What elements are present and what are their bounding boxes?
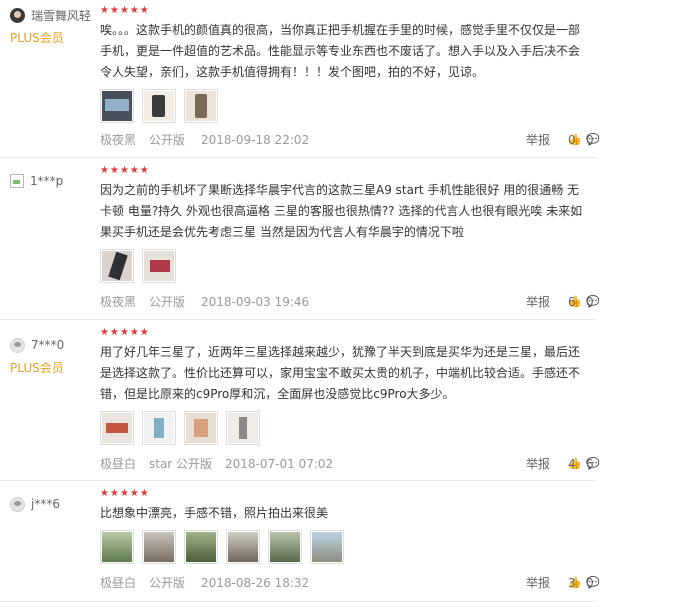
review-image-thumbnail[interactable] [100,89,134,123]
product-color: 极夜黑 [100,133,137,147]
like-count: 4 [568,457,576,471]
review-image-thumbnail[interactable] [226,411,260,445]
review-item: 7***0 PLUS会员 ★ ★ ★ ★ ★ 用了好几年三星了，近两年三星选择越来越少，… [0,320,600,481]
star-icon: ★ [119,488,129,499]
star-icon: ★ [129,488,139,499]
review-meta: 极夜黑 公开版 2018-09-03 19:46 举报 👍 6 💬 0 [100,294,600,310]
star-icon: ★ [119,165,129,176]
star-icon: ★ [100,165,109,176]
star-icon: ★ [139,165,149,176]
avatar[interactable] [10,174,24,188]
rating-stars: ★ ★ ★ ★ ★ [100,489,588,499]
reply-count: 0 [586,295,594,309]
star-icon: ★ [129,5,139,16]
review-image-thumbnail[interactable] [100,530,134,564]
like-count: 6 [568,295,576,309]
product-version: 公开版 [149,295,186,309]
avatar[interactable] [10,337,25,353]
review-text: 因为之前的手机坏了果断选择华晨宇代言的这款三星A9 start 手机性能很好 用… [100,183,583,239]
product-version: 公开版 [149,133,186,147]
reviewer-name[interactable]: 1***p [30,174,63,188]
report-button[interactable]: 举报 [526,132,550,148]
review-image-thumbnail[interactable] [184,89,218,123]
reviewer-info: 瑞雪舞风轻 PLUS会员 [10,6,100,46]
review-date: 2018-09-18 22:02 [201,133,310,147]
product-version: 公开版 [149,576,186,590]
rating-stars: ★ ★ ★ ★ ★ [100,166,588,176]
product-color: 极昼白 [100,576,137,590]
review-image-thumbnail[interactable] [100,249,134,283]
review-date: 2018-07-01 07:02 [225,457,334,471]
review-image-thumbnail[interactable] [184,411,218,445]
review-image-thumbnail[interactable] [142,411,176,445]
avatar[interactable] [10,7,25,23]
review-text: 比想象中漂亮，手感不错，照片拍出来很美 [100,506,329,520]
review-image-thumbnail[interactable] [268,530,302,564]
star-icon: ★ [139,327,149,338]
star-icon: ★ [109,5,119,16]
star-icon: ★ [100,488,109,499]
review-image-thumbnail[interactable] [100,411,134,445]
review-text: 唉。。。这款手机的颜值真的很高，当你真正把手机握在手里的时候，感觉手里不仅仅是一… [100,23,581,79]
star-icon: ★ [109,165,119,176]
review-image-thumbnail[interactable] [142,530,176,564]
plus-member-badge: PLUS会员 [10,31,64,45]
product-color: 极昼白 [100,457,137,471]
review-item: 瑞雪舞风轻 PLUS会员 ★ ★ ★ ★ ★ 唉。。。这款手机的颜值真的很高，当你真正把… [0,0,600,158]
review-meta: 极昼白 公开版 2018-08-26 18:32 举报 👍 3 💬 0 [100,575,600,591]
reply-count: 0 [586,576,594,590]
star-icon: ★ [100,327,109,338]
review-image-thumbnail[interactable] [142,89,176,123]
reply-count: 6 [586,457,594,471]
like-count: 0 [568,133,576,147]
reviewer-name[interactable]: 7***0 [31,338,64,352]
review-item: j***6 ★ ★ ★ ★ ★ 比想象中漂亮，手感不错，照片拍出来很美 极昼白 公开版 … [0,481,600,602]
star-icon: ★ [129,165,139,176]
star-icon: ★ [119,327,129,338]
review-date: 2018-09-03 19:46 [201,295,310,309]
star-icon: ★ [119,5,129,16]
review-image-thumbnail[interactable] [310,530,344,564]
review-image-thumbnail[interactable] [142,249,176,283]
review-meta: 极夜黑 公开版 2018-09-18 22:02 举报 👍 0 💬 0 [100,132,600,148]
rating-stars: ★ ★ ★ ★ ★ [100,328,588,338]
product-version: star 公开版 [149,457,213,471]
like-count: 3 [568,576,576,590]
review-images [100,89,588,123]
product-color: 极夜黑 [100,295,137,309]
review-images [100,249,588,283]
star-icon: ★ [109,488,119,499]
review-image-thumbnail[interactable] [226,530,260,564]
review-text: 用了好几年三星了，近两年三星选择越来越少，犹豫了半天到底是买华为还是三星，最后还… [100,345,581,401]
report-button[interactable]: 举报 [526,575,550,591]
star-icon: ★ [139,5,149,16]
star-icon: ★ [129,327,139,338]
rating-stars: ★ ★ ★ ★ ★ [100,6,588,16]
reviewer-name[interactable]: 瑞雪舞风轻 [31,7,91,24]
reviewer-info: j***6 [10,487,100,513]
reply-count: 0 [586,133,594,147]
star-icon: ★ [139,488,149,499]
reviewer-info: 7***0 PLUS会员 [10,326,100,376]
review-images [100,411,588,445]
avatar[interactable] [10,496,25,512]
review-images [100,530,588,564]
review-date: 2018-08-26 18:32 [201,576,310,590]
review-image-thumbnail[interactable] [184,530,218,564]
plus-member-badge: PLUS会员 [10,361,64,375]
reviewer-name[interactable]: j***6 [31,497,60,511]
review-item: 1***p ★ ★ ★ ★ ★ 因为之前的手机坏了果断选择华晨宇代言的这款三星A9 st… [0,158,600,320]
star-icon: ★ [109,327,119,338]
reviewer-info: 1***p [10,164,100,190]
report-button[interactable]: 举报 [526,294,550,310]
report-button[interactable]: 举报 [526,456,550,472]
star-icon: ★ [100,5,109,16]
review-meta: 极昼白 star 公开版 2018-07-01 07:02 举报 👍 4 💬 6 [100,456,600,472]
